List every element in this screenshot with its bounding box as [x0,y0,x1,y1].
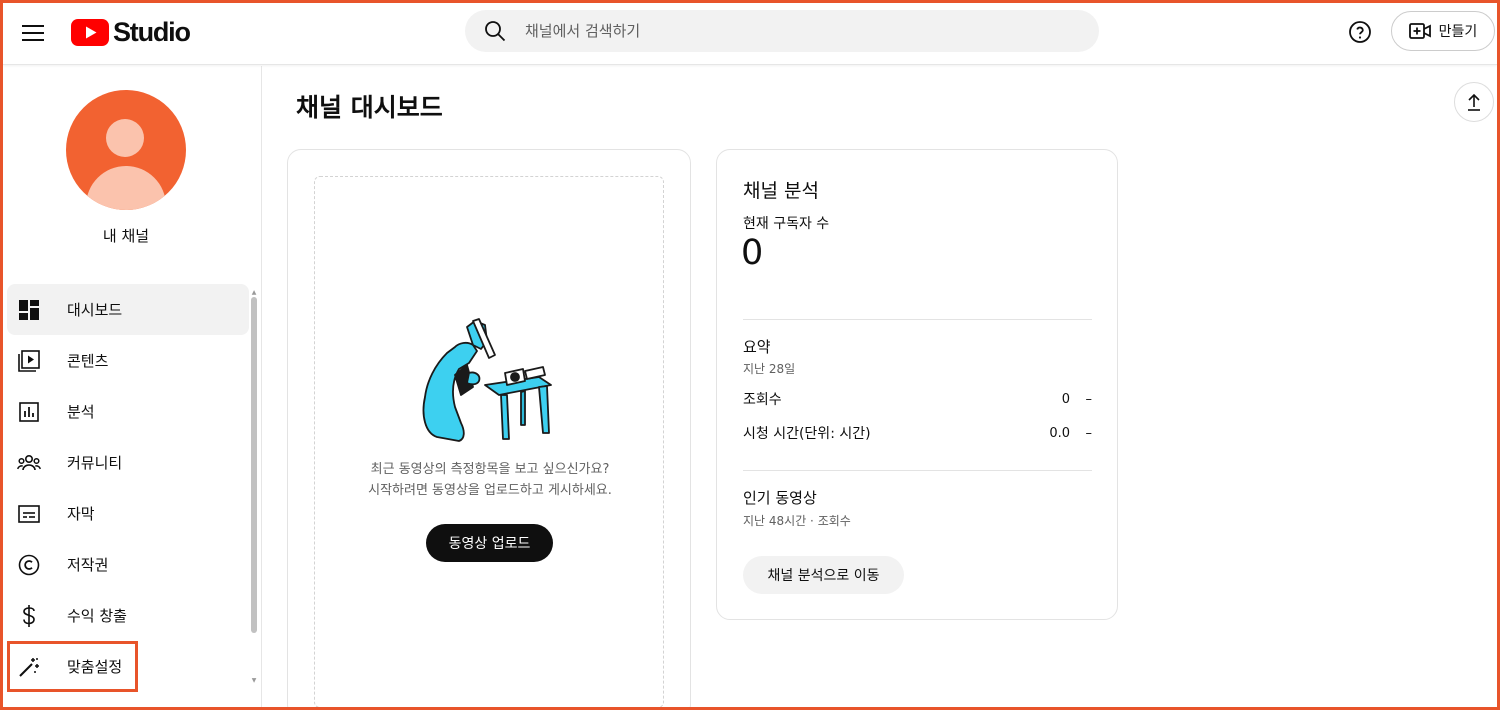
sidebar-item-customization[interactable]: 맞춤설정 [7,641,138,692]
scroll-down-arrow-icon[interactable]: ▼ [250,677,258,684]
avatar-head [106,119,144,157]
sidebar-scrollbar[interactable]: ▲ ▼ [250,289,258,696]
create-video-icon [1408,23,1431,39]
analytics-title: 채널 분석 [743,180,819,202]
scroll-up-arrow-icon[interactable]: ▲ [250,289,258,296]
sidebar-item-subtitles[interactable]: 자막 [7,488,249,539]
metric-label: 시청 시간(단위: 시간) [743,426,871,442]
channel-avatar[interactable] [66,90,186,210]
sidebar-item-analytics[interactable]: 분석 [7,386,249,437]
sidebar-item-label: 저작권 [67,556,109,574]
sidebar: 내 채널 대시보드 콘텐츠 분석 커뮤니티 자막 저작권 수익 창출 맞춤설정 … [3,66,262,707]
go-to-analytics-button[interactable]: 채널 분석으로 이동 [743,556,904,594]
divider [743,470,1092,471]
sidebar-item-label: 수익 창출 [67,607,127,625]
monetization-icon [17,604,41,628]
customization-icon [17,655,41,679]
avatar-body [86,166,166,210]
search-bar[interactable] [465,10,1099,52]
sidebar-item-label: 분석 [67,403,95,421]
metric-trend: – [1085,425,1093,441]
upload-prompt: 최근 동영상의 측정항목을 보고 싶으신가요? 시작하려면 동영상을 업로드하고… [315,459,665,501]
metric-label: 조회수 [743,392,782,408]
sidebar-item-content[interactable]: 콘텐츠 [7,335,249,386]
upload-video-card: 최근 동영상의 측정항목을 보고 싶으신가요? 시작하려면 동영상을 업로드하고… [287,149,691,710]
youtube-studio-logo[interactable]: Studio [71,15,191,49]
youtube-logo-icon [71,18,109,46]
upload-dropzone[interactable]: 최근 동영상의 측정항목을 보고 싶으신가요? 시작하려면 동영상을 업로드하고… [314,176,664,708]
search-input[interactable] [525,22,1065,40]
top-videos-subtitle: 지난 48시간 · 조회수 [743,514,851,528]
create-button[interactable]: 만들기 [1391,11,1495,51]
sidebar-item-label: 대시보드 [67,301,123,319]
top-bar: Studio 만들기 [3,3,1497,65]
sidebar-nav: 대시보드 콘텐츠 분석 커뮤니티 자막 저작권 수익 창출 맞춤설정 [7,284,249,692]
copyright-icon [17,553,41,577]
community-icon [17,451,41,475]
channel-analytics-card: 채널 분석 현재 구독자 수 0 요약 지난 28일 조회수 0 – 시청 시간… [716,149,1118,620]
subtitles-icon [17,502,41,526]
metric-row-views: 조회수 0 – [743,389,1092,409]
summary-title: 요약 [743,338,771,356]
dashboard-icon [17,298,41,322]
divider [743,319,1092,320]
search-icon[interactable] [483,19,507,43]
upload-icon [1468,93,1480,111]
sidebar-item-copyright[interactable]: 저작권 [7,539,249,590]
subscribers-label: 현재 구독자 수 [743,216,830,232]
sidebar-item-label: 맞춤설정 [67,658,123,676]
analytics-icon [17,400,41,424]
page-title: 채널 대시보드 [296,93,443,122]
sidebar-item-label: 콘텐츠 [67,352,109,370]
sidebar-item-dashboard[interactable]: 대시보드 [7,284,249,335]
summary-period: 지난 28일 [743,362,796,376]
create-label: 만들기 [1438,24,1478,40]
menu-icon[interactable] [15,15,51,51]
upload-prompt-line-2: 시작하려면 동영상을 업로드하고 게시하세요. [368,483,612,498]
sidebar-item-monetization[interactable]: 수익 창출 [7,590,249,641]
sidebar-item-label: 자막 [67,505,95,523]
sidebar-item-label: 커뮤니티 [67,454,123,472]
sidebar-item-community[interactable]: 커뮤니티 [7,437,249,488]
metric-value: 0 [1061,391,1070,407]
metric-value: 0.0 [1049,425,1070,441]
help-icon[interactable] [1344,16,1376,48]
upload-illustration [422,318,552,442]
channel-name: 내 채널 [102,227,150,245]
content-icon [17,349,41,373]
top-videos-title: 인기 동영상 [743,489,817,507]
upload-button[interactable] [1454,82,1494,122]
logo-text: Studio [113,16,191,47]
scrollbar-thumb[interactable] [251,297,257,633]
upload-prompt-line-1: 최근 동영상의 측정항목을 보고 싶으신가요? [370,462,610,477]
metric-trend: – [1085,391,1093,407]
upload-video-button[interactable]: 동영상 업로드 [426,524,553,562]
subscribers-count: 0 [741,233,764,273]
metric-row-watch-time: 시청 시간(단위: 시간) 0.0 – [743,423,1092,443]
